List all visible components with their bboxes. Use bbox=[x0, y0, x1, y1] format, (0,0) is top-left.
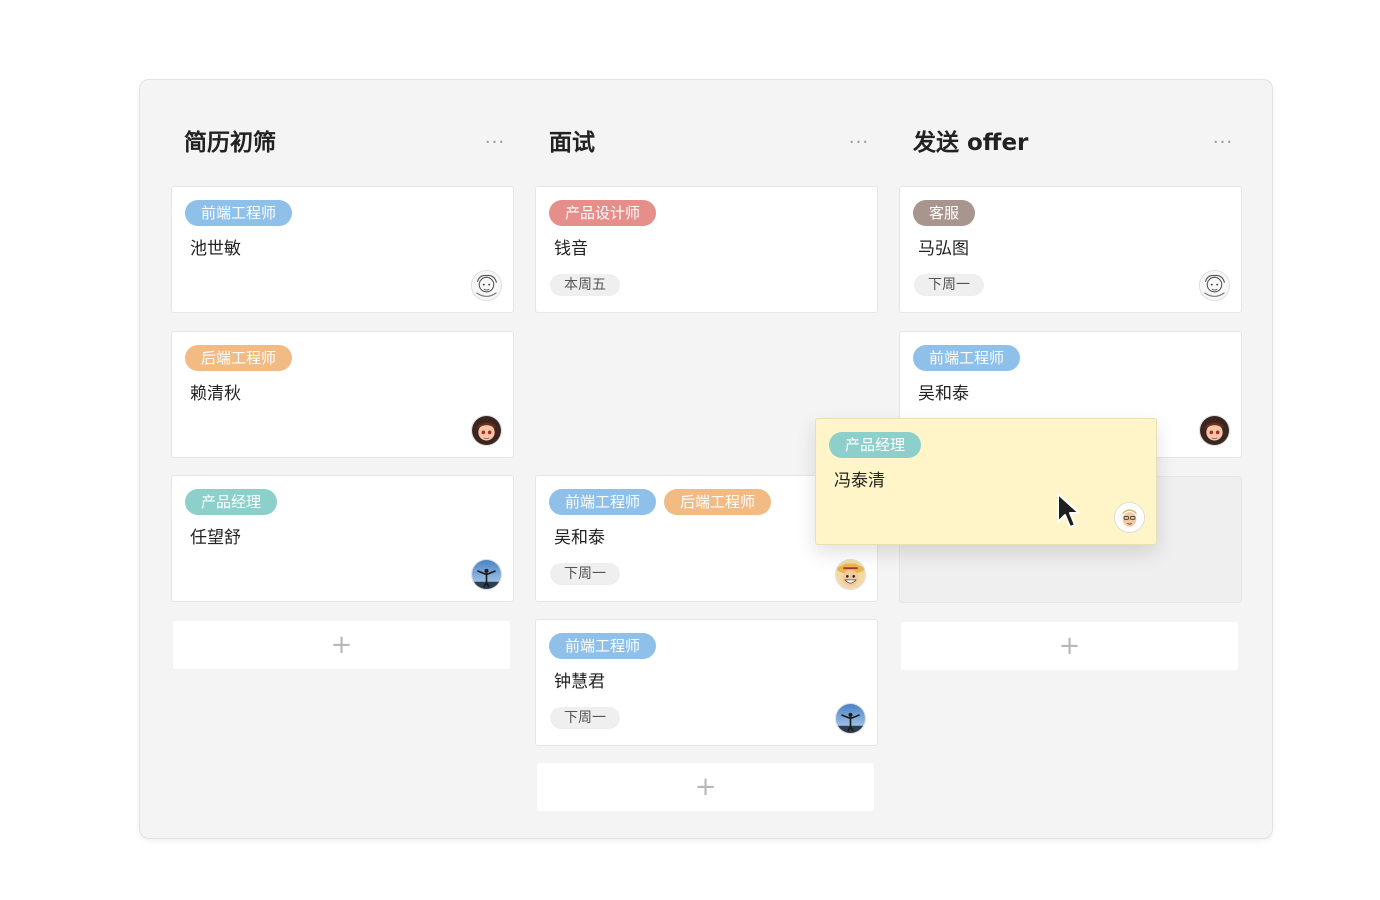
sky-person-icon bbox=[472, 560, 501, 589]
role-tag: 后端工程师 bbox=[664, 489, 772, 515]
candidate-card[interactable]: 后端工程师 赖清秋 bbox=[171, 331, 514, 458]
add-card-button[interactable]: + bbox=[901, 622, 1238, 670]
sketch-face-icon bbox=[1200, 271, 1229, 300]
anime-boy-icon bbox=[1200, 416, 1229, 445]
interview-date-badge: 下周一 bbox=[914, 274, 984, 296]
candidate-name: 吴和泰 bbox=[554, 528, 605, 548]
candidate-card[interactable]: 客服 马弘图 下周一 bbox=[899, 186, 1242, 313]
mouse-pointer-icon bbox=[1056, 492, 1082, 530]
dragging-candidate-card[interactable]: 产品经理 冯泰清 bbox=[815, 418, 1157, 545]
role-tag: 后端工程师 bbox=[185, 345, 293, 371]
sketch-face-icon bbox=[472, 271, 501, 300]
avatar bbox=[1199, 270, 1230, 301]
column-title-send-offer: 发送 offer bbox=[913, 130, 1029, 156]
column-3-more-button[interactable]: ··· bbox=[1208, 130, 1238, 156]
role-tag: 前端工程师 bbox=[549, 489, 657, 515]
interview-date-badge: 下周一 bbox=[550, 707, 620, 729]
interview-date-badge: 下周一 bbox=[550, 563, 620, 585]
avatar bbox=[835, 703, 866, 734]
column-title-interview: 面试 bbox=[549, 130, 595, 156]
role-tag: 前端工程师 bbox=[185, 200, 293, 226]
role-tag: 前端工程师 bbox=[913, 345, 1021, 371]
role-tag: 产品设计师 bbox=[549, 200, 657, 226]
avatar bbox=[471, 415, 502, 446]
add-card-button[interactable]: + bbox=[173, 621, 510, 669]
avatar bbox=[471, 559, 502, 590]
cartoon-face-icon bbox=[1115, 503, 1144, 532]
column-2-more-button[interactable]: ··· bbox=[844, 130, 874, 156]
column-1-more-button[interactable]: ··· bbox=[480, 130, 510, 156]
sky-person-icon bbox=[836, 704, 865, 733]
avatar bbox=[1199, 415, 1230, 446]
candidate-card[interactable]: 前端工程师 钟慧君 下周一 bbox=[535, 619, 878, 746]
candidate-name: 吴和泰 bbox=[918, 384, 969, 404]
candidate-card[interactable]: 产品设计师 钱音 本周五 bbox=[535, 186, 878, 313]
anime-boy-icon bbox=[472, 416, 501, 445]
candidate-card[interactable]: 产品经理 任望舒 bbox=[171, 475, 514, 602]
candidate-name: 马弘图 bbox=[918, 239, 969, 259]
avatar bbox=[471, 270, 502, 301]
avatar bbox=[1114, 502, 1145, 533]
role-tag: 客服 bbox=[913, 200, 976, 226]
column-title-screening: 简历初筛 bbox=[184, 130, 276, 156]
candidate-name: 钱音 bbox=[554, 239, 588, 259]
candidate-name: 钟慧君 bbox=[554, 672, 605, 692]
role-tag: 产品经理 bbox=[185, 489, 278, 515]
interview-date-badge: 本周五 bbox=[550, 274, 620, 296]
role-tag: 前端工程师 bbox=[549, 633, 657, 659]
candidate-name: 赖清秋 bbox=[190, 384, 241, 404]
candidate-name: 任望舒 bbox=[190, 528, 241, 548]
candidate-card[interactable]: 前端工程师 池世敏 bbox=[171, 186, 514, 313]
candidate-name: 冯泰清 bbox=[834, 471, 885, 491]
add-card-button[interactable]: + bbox=[537, 763, 874, 811]
role-tag: 产品经理 bbox=[829, 432, 922, 458]
straw-hat-icon bbox=[836, 560, 865, 589]
avatar bbox=[835, 559, 866, 590]
candidate-name: 池世敏 bbox=[190, 239, 241, 259]
